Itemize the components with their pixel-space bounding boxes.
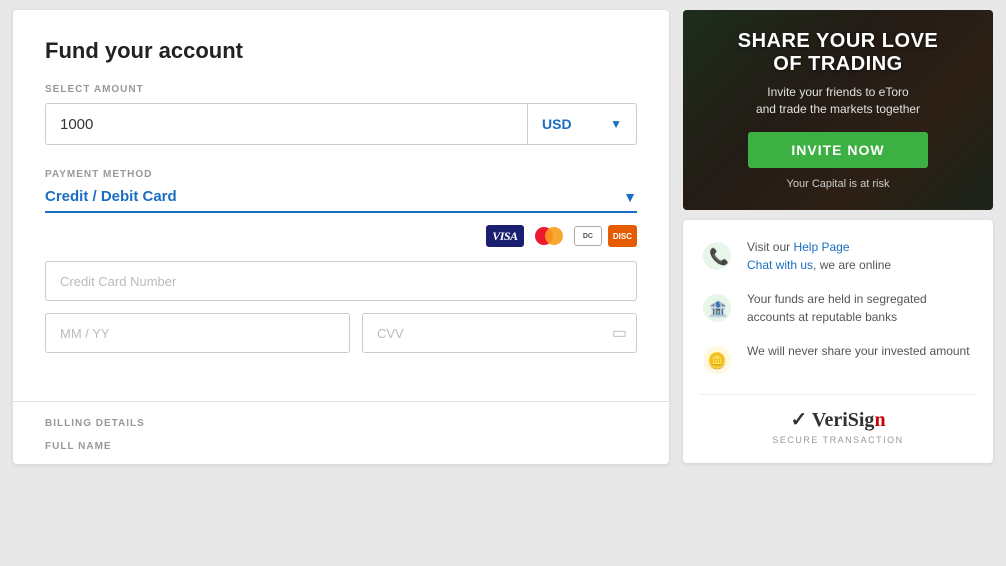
- payment-method-section: PAYMENT METHOD Credit / Debit Card ▼ VIS…: [45, 169, 637, 353]
- page-title: Fund your account: [45, 38, 637, 64]
- fund-account-panel: Fund your account SELECT AMOUNT USD ▼ PA…: [13, 10, 669, 464]
- billing-section: BILLING DETAILS FULL NAME: [13, 402, 669, 464]
- verisign-n: n: [874, 409, 885, 431]
- svg-text:🪙: 🪙: [707, 351, 727, 370]
- credit-card-number-input[interactable]: [45, 261, 637, 301]
- expiry-cvv-row: ▭: [45, 313, 637, 353]
- amount-row: USD ▼: [45, 103, 637, 145]
- payment-chevron-icon: ▼: [623, 189, 637, 205]
- secure-transaction-label: SECURE TRANSACTION: [699, 435, 977, 445]
- payment-method-select[interactable]: Credit / Debit Card ▼: [45, 188, 637, 213]
- main-form: Fund your account SELECT AMOUNT USD ▼ PA…: [13, 10, 669, 402]
- currency-value: USD: [542, 116, 572, 132]
- payment-method-value: Credit / Debit Card: [45, 188, 177, 205]
- visa-logo: VISA: [486, 225, 524, 247]
- expiry-input[interactable]: [45, 313, 350, 353]
- info-item-funds: 🏦 Your funds are held in segregated acco…: [699, 290, 977, 326]
- info-help-text: Visit our Help Page Chat with us, we are…: [747, 238, 891, 274]
- diners-logo: DC: [574, 226, 602, 246]
- mastercard-yellow-circle: [545, 227, 563, 245]
- phone-icon: 📞: [699, 238, 735, 274]
- card-logos: VISA DC DISC: [45, 225, 637, 247]
- bank-icon: 🏦: [699, 290, 735, 326]
- verisign-logo: ✓ VeriSign: [699, 407, 977, 432]
- info-funds-text: Your funds are held in segregated accoun…: [747, 290, 977, 326]
- cvv-input[interactable]: [362, 313, 637, 353]
- cvv-wrapper: ▭: [362, 313, 637, 353]
- promo-subtitle: Invite your friends to eToroand trade th…: [738, 84, 939, 118]
- currency-chevron-icon: ▼: [610, 117, 622, 131]
- discover-logo: DISC: [608, 225, 637, 247]
- promo-card: SHARE YOUR LOVE OF TRADING Invite your f…: [683, 10, 993, 210]
- currency-select[interactable]: USD ▼: [527, 103, 637, 145]
- promo-title: SHARE YOUR LOVE OF TRADING: [738, 30, 939, 76]
- billing-details-label: BILLING DETAILS: [45, 418, 637, 429]
- select-amount-label: SELECT AMOUNT: [45, 84, 637, 95]
- info-item-help: 📞 Visit our Help Page Chat with us, we a…: [699, 238, 977, 274]
- svg-text:🏦: 🏦: [708, 299, 728, 318]
- mastercard-logo: [530, 225, 568, 247]
- coins-icon: 🪙: [699, 342, 735, 378]
- full-name-label: FULL NAME: [45, 441, 637, 452]
- right-panel: SHARE YOUR LOVE OF TRADING Invite your f…: [683, 10, 993, 464]
- invite-now-button[interactable]: INVITE NOW: [748, 132, 928, 168]
- info-card: 📞 Visit our Help Page Chat with us, we a…: [683, 220, 993, 463]
- amount-input[interactable]: [45, 103, 527, 145]
- cvv-card-icon: ▭: [612, 323, 627, 343]
- promo-risk-text: Your Capital is at risk: [738, 178, 939, 190]
- info-privacy-text: We will never share your invested amount: [747, 342, 970, 360]
- payment-method-label: PAYMENT METHOD: [45, 169, 637, 180]
- info-item-privacy: 🪙 We will never share your invested amou…: [699, 342, 977, 378]
- verisign-section: ✓ VeriSign SECURE TRANSACTION: [699, 394, 977, 445]
- promo-content: SHARE YOUR LOVE OF TRADING Invite your f…: [718, 20, 959, 200]
- chat-with-us-link[interactable]: Chat with us: [747, 258, 813, 272]
- help-page-link[interactable]: Help Page: [793, 240, 849, 254]
- svg-text:📞: 📞: [709, 246, 729, 266]
